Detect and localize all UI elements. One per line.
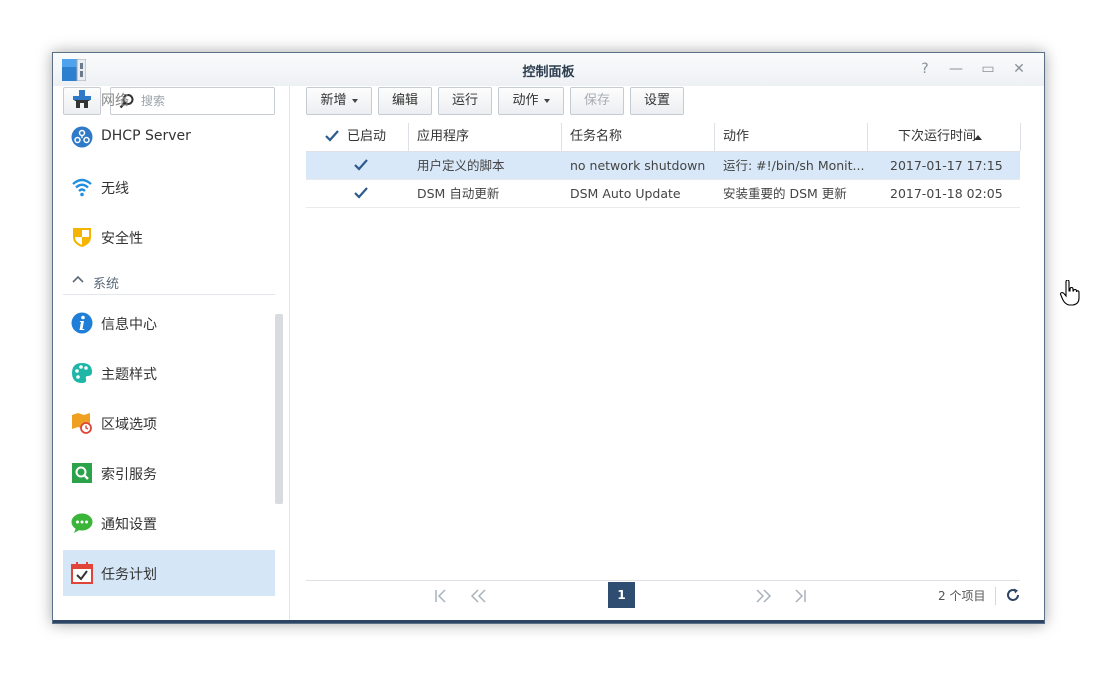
sidebar-item-label: 任务计划 (101, 567, 157, 583)
sidebar-item-label: 区域选项 (101, 417, 157, 433)
action-button[interactable]: 动作 (498, 87, 564, 115)
create-button-label: 新增 (320, 93, 347, 108)
edit-button-label: 编辑 (391, 93, 418, 108)
table-row[interactable]: DSM 自动更新 DSM Auto Update 安装重要的 DSM 更新 20… (306, 180, 1020, 208)
chevron-up-icon (72, 275, 84, 283)
column-header-task-name[interactable]: 任务名称 (562, 123, 715, 151)
create-button[interactable]: 新增 (306, 87, 372, 115)
dropdown-caret-icon (351, 98, 358, 103)
sidebar-item-wireless[interactable]: 无线 (63, 164, 275, 210)
refresh-icon[interactable] (1005, 587, 1021, 603)
window-bottom-border (53, 620, 1044, 623)
title-bar[interactable]: 控制面板 ? — ▭ ✕ (53, 53, 1044, 86)
pagination-bar: 1 2 个项目 (306, 580, 1020, 611)
cell-app: 用户定义的脚本 (417, 158, 505, 173)
table-header: 已启动 应用程序 任务名称 动作 下次运行时间 (306, 123, 1021, 152)
cell-action: 安装重要的 DSM 更新 (723, 186, 847, 201)
sidebar-item-label: 安全性 (101, 231, 143, 247)
hand-pointer-cursor-icon (1060, 280, 1080, 306)
column-header-label: 任务名称 (570, 129, 623, 144)
sidebar-item-label: 网络 (101, 93, 129, 109)
column-header-label: 下次运行时间 (898, 129, 977, 144)
last-page-icon[interactable] (793, 589, 807, 603)
enabled-checkbox[interactable] (353, 185, 369, 201)
cell-next-run: 2017-01-18 02:05 (890, 186, 1003, 201)
cell-task-name: no network shutdown (570, 158, 706, 173)
sidebar-scrollbar[interactable] (275, 314, 283, 504)
section-header-system[interactable]: 系统 (63, 270, 275, 295)
shield-icon (73, 228, 91, 247)
sidebar-item-dhcp-server[interactable]: DHCP Server (63, 114, 275, 160)
index-search-icon (72, 463, 92, 483)
table-row[interactable]: 用户定义的脚本 no network shutdown 运行: #!/bin/s… (306, 152, 1020, 180)
column-header-action[interactable]: 动作 (715, 123, 868, 151)
sidebar-item-task-scheduler[interactable]: 任务计划 (63, 550, 275, 596)
run-button[interactable]: 运行 (438, 87, 492, 115)
save-button-label: 保存 (583, 93, 610, 108)
next-page-icon[interactable] (754, 589, 772, 603)
cell-action: 运行: #!/bin/sh Monit... (723, 158, 865, 173)
sidebar-item-notification[interactable]: 通知设置 (63, 500, 275, 546)
regional-options-icon (72, 413, 92, 434)
sidebar-item-label: 索引服务 (101, 467, 157, 483)
sidebar-item-security[interactable]: 安全性 (63, 214, 275, 260)
item-count: 2 个项目 (938, 589, 986, 603)
first-page-icon[interactable] (434, 589, 448, 603)
run-button-label: 运行 (451, 93, 478, 108)
calendar-check-icon (71, 562, 93, 584)
sidebar-item-label: 通知设置 (101, 517, 157, 533)
column-header-label: 动作 (723, 129, 750, 144)
column-header-label: 应用程序 (417, 129, 470, 144)
sort-ascending-icon (974, 135, 982, 140)
wifi-icon (72, 178, 92, 197)
maximize-button[interactable]: ▭ (979, 60, 997, 78)
sidebar-item-label: 主题样式 (101, 367, 157, 383)
dropdown-caret-icon (543, 98, 550, 103)
sidebar-item-indexing-service[interactable]: 索引服务 (63, 450, 275, 496)
close-button[interactable]: ✕ (1010, 60, 1028, 78)
network-icon (73, 90, 91, 100)
sidebar-item-theme[interactable]: 主题样式 (63, 350, 275, 396)
settings-button-label: 设置 (643, 93, 670, 108)
sidebar-item-label: DHCP Server (101, 128, 191, 144)
control-panel-window: 控制面板 ? — ▭ ✕ 网络 (52, 52, 1045, 624)
current-page-button[interactable]: 1 (608, 582, 635, 608)
info-icon (71, 312, 93, 334)
window-title: 控制面板 (522, 65, 575, 80)
action-button-label: 动作 (512, 93, 539, 108)
save-button[interactable]: 保存 (570, 87, 624, 115)
sidebar-item-regional-options[interactable]: 区域选项 (63, 400, 275, 446)
cell-task-name: DSM Auto Update (570, 186, 681, 201)
pager-separator (995, 587, 996, 605)
edit-button[interactable]: 编辑 (378, 87, 432, 115)
previous-page-icon[interactable] (470, 589, 488, 603)
cell-app: DSM 自动更新 (417, 186, 500, 201)
dhcp-server-icon (71, 126, 93, 148)
palette-icon (72, 363, 92, 383)
column-header-label: 已启动 (347, 129, 387, 144)
column-header-next-run[interactable]: 下次运行时间 (868, 123, 1021, 151)
sidebar-divider (289, 86, 290, 620)
sidebar: 网络 DHCP Server 无线 (53, 86, 287, 620)
checkmark-icon (325, 130, 339, 142)
settings-button[interactable]: 设置 (630, 87, 684, 115)
section-label: 系统 (93, 277, 120, 292)
cell-next-run: 2017-01-17 17:15 (890, 158, 1003, 173)
minimize-button[interactable]: — (947, 60, 965, 78)
column-header-enabled[interactable]: 已启动 (306, 123, 409, 151)
chat-bubble-icon (71, 513, 93, 533)
sidebar-item-label: 无线 (101, 181, 129, 197)
column-header-app[interactable]: 应用程序 (409, 123, 562, 151)
sidebar-item-info-center[interactable]: 信息中心 (63, 300, 275, 346)
enabled-checkbox[interactable] (353, 157, 369, 173)
sidebar-item-label: 信息中心 (101, 317, 157, 333)
help-button[interactable]: ? (916, 60, 934, 78)
